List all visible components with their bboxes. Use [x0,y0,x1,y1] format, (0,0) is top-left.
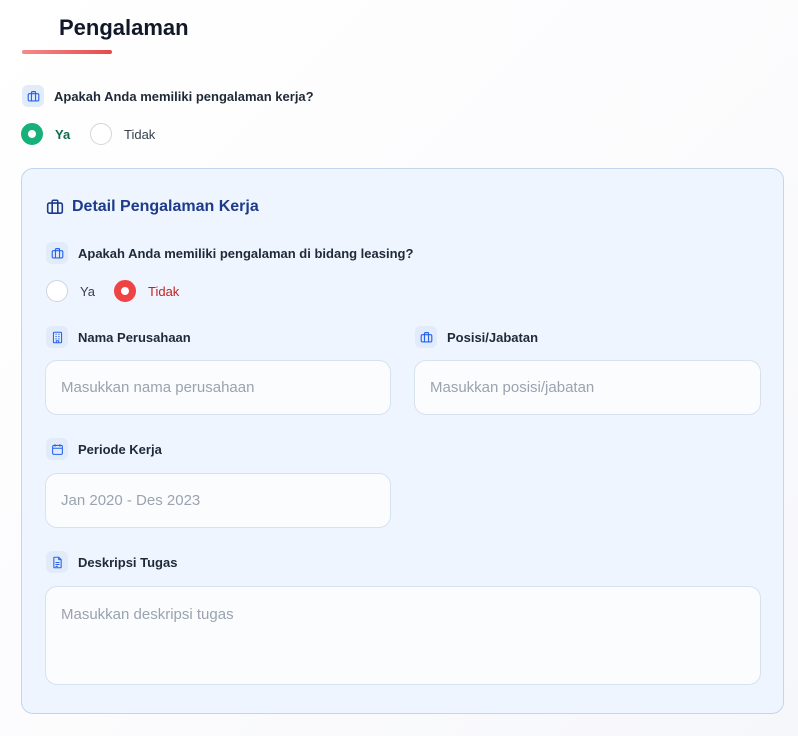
company-name-placeholder: Masukkan nama perusahaan [61,379,255,396]
briefcase-icon [46,199,64,214]
description-placeholder: Masukkan deskripsi tugas [61,606,234,623]
building-icon [46,326,68,348]
description-textarea[interactable]: Masukkan deskripsi tugas [45,586,761,685]
period-label-text: Periode Kerja [78,441,162,457]
position-field-label: Posisi/Jabatan [415,326,538,348]
panel-title-text: Detail Pengalaman Kerja [72,198,259,215]
section-title: Pengalaman [59,15,189,40]
work-experience-detail-panel: Detail Pengalaman Kerja Apakah Anda memi… [21,168,784,714]
radio-label: Ya [55,126,71,142]
period-placeholder: Jan 2020 - Des 2023 [61,492,201,509]
radio-leasing-yes[interactable]: Ya [46,280,95,302]
briefcase-icon [415,326,437,348]
leasing-question: Apakah Anda memiliki pengalaman di bidan… [46,242,413,264]
radio-leasing-no[interactable]: Tidak [114,280,179,302]
radio-button-checked[interactable] [21,123,43,145]
position-label-text: Posisi/Jabatan [447,329,539,345]
description-label-text: Deskripsi Tugas [78,554,178,570]
experience-question: Apakah Anda memiliki pengalaman kerja? [22,85,314,107]
period-input[interactable]: Jan 2020 - Des 2023 [45,473,391,528]
radio-label: Ya [80,283,95,299]
period-field-label: Periode Kerja [46,438,162,460]
radio-experience-no[interactable]: Tidak [90,123,155,145]
radio-button-unchecked[interactable] [46,280,68,302]
briefcase-icon [46,242,68,264]
calendar-icon [46,438,68,460]
leasing-question-label: Apakah Anda memiliki pengalaman di bidan… [78,245,414,261]
briefcase-icon [22,85,44,107]
position-input[interactable]: Masukkan posisi/jabatan [414,360,761,415]
panel-title: Detail Pengalaman Kerja [46,198,259,216]
experience-question-label: Apakah Anda memiliki pengalaman kerja? [54,88,314,104]
radio-label: Tidak [148,283,180,299]
description-field-label: Deskripsi Tugas [46,551,177,573]
company-field-label: Nama Perusahaan [46,326,191,348]
company-name-input[interactable]: Masukkan nama perusahaan [45,360,391,415]
section-title-underline [22,50,112,54]
position-placeholder: Masukkan posisi/jabatan [430,379,595,396]
radio-button-unchecked[interactable] [90,123,112,145]
company-label-text: Nama Perusahaan [78,329,191,345]
radio-label: Tidak [124,126,156,142]
document-icon [46,551,68,573]
radio-button-checked[interactable] [114,280,136,302]
radio-experience-yes[interactable]: Ya [21,123,70,145]
